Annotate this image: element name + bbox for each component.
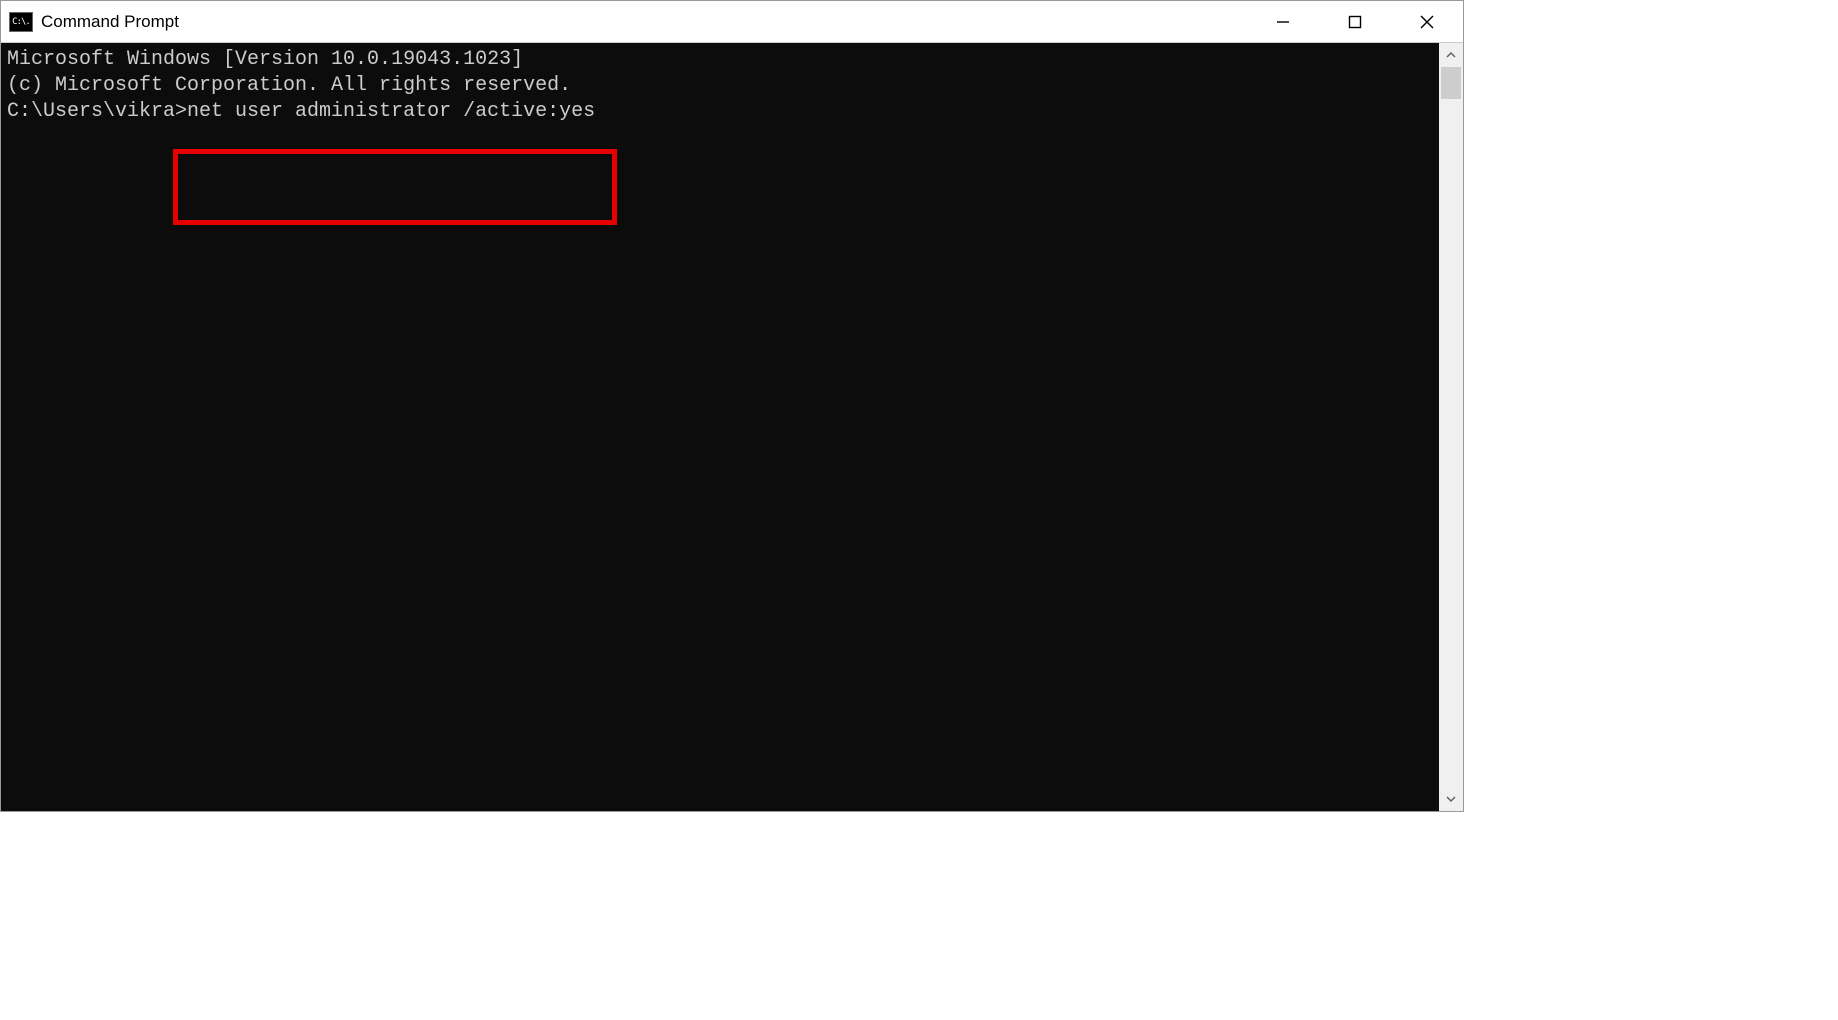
scrollbar-track[interactable] xyxy=(1439,67,1463,787)
terminal-line-version: Microsoft Windows [Version 10.0.19043.10… xyxy=(7,47,1439,73)
vertical-scrollbar[interactable] xyxy=(1439,43,1463,811)
terminal-prompt-line: C:\Users\vikra>net user administrator /a… xyxy=(7,99,1439,125)
cmd-icon-label: C:\. xyxy=(12,17,30,27)
chevron-down-icon xyxy=(1446,794,1456,804)
window-controls xyxy=(1247,1,1463,42)
chevron-up-icon xyxy=(1446,50,1456,60)
scroll-up-button[interactable] xyxy=(1439,43,1463,67)
close-icon xyxy=(1420,15,1434,29)
window-title: Command Prompt xyxy=(41,12,179,32)
terminal-line-copyright: (c) Microsoft Corporation. All rights re… xyxy=(7,73,1439,99)
terminal-command: net user administrator /active:yes xyxy=(187,99,595,125)
title-left: C:\. Command Prompt xyxy=(1,12,1247,32)
minimize-icon xyxy=(1276,15,1290,29)
cmd-icon: C:\. xyxy=(9,12,33,32)
titlebar: C:\. Command Prompt xyxy=(1,1,1463,43)
scrollbar-thumb[interactable] xyxy=(1441,67,1461,99)
terminal-prompt: C:\Users\vikra> xyxy=(7,99,187,125)
maximize-button[interactable] xyxy=(1319,1,1391,42)
command-prompt-window: C:\. Command Prompt Microsoft Windows [V… xyxy=(0,0,1464,812)
scroll-down-button[interactable] xyxy=(1439,787,1463,811)
minimize-button[interactable] xyxy=(1247,1,1319,42)
terminal-wrap: Microsoft Windows [Version 10.0.19043.10… xyxy=(1,43,1463,811)
close-button[interactable] xyxy=(1391,1,1463,42)
maximize-icon xyxy=(1348,15,1362,29)
terminal[interactable]: Microsoft Windows [Version 10.0.19043.10… xyxy=(1,43,1439,811)
